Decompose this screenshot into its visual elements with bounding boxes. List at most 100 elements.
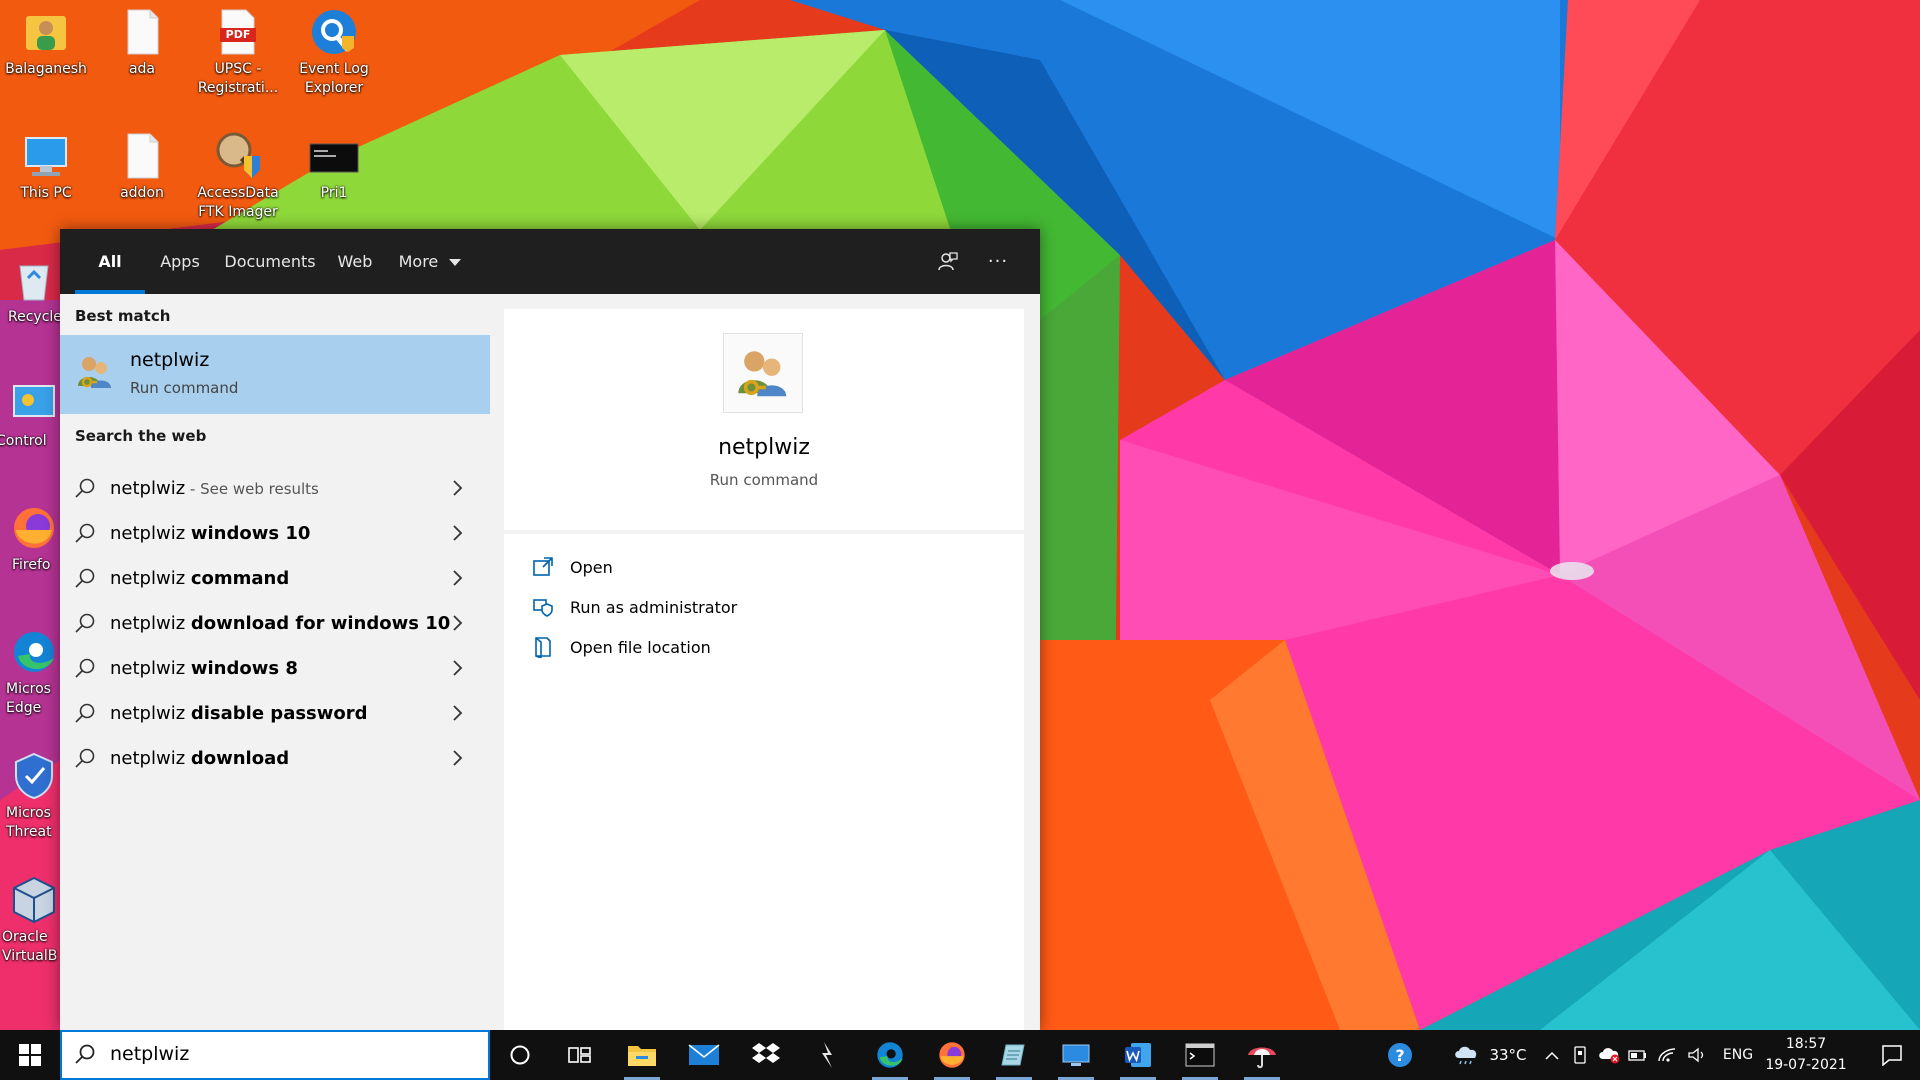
best-match-result[interactable]: netplwiz Run command bbox=[60, 335, 490, 414]
mail-icon bbox=[688, 1044, 720, 1065]
desktop-icon-label: Event Log Explorer bbox=[299, 61, 369, 96]
file-location-icon bbox=[535, 637, 551, 658]
web-result-text: netplwiz windows 8 bbox=[110, 658, 298, 679]
desktop-icon-threat-modeling[interactable]: Micros Threat bbox=[0, 744, 64, 842]
web-result-row[interactable]: netplwiz windows 8 bbox=[60, 646, 490, 691]
taskbar-app-dropbox[interactable] bbox=[738, 1030, 794, 1080]
desktop-icon-addon[interactable]: addon bbox=[96, 124, 188, 203]
desktop-icon-upsc-pdf[interactable]: PDF UPSC - Registrati... bbox=[192, 0, 284, 98]
web-result-row[interactable]: netplwiz command bbox=[60, 556, 490, 601]
web-result-query: netplwiz bbox=[110, 658, 191, 679]
tray-onedrive-button[interactable] bbox=[1596, 1030, 1622, 1080]
desktop-icon-label: AccessData FTK Imager bbox=[197, 185, 279, 220]
taskbar-app-umbrella[interactable] bbox=[1234, 1030, 1290, 1080]
taskbar-app-file-explorer[interactable] bbox=[614, 1030, 670, 1080]
taskbar-clock[interactable]: 18:57 19-07-2021 bbox=[1758, 1034, 1854, 1076]
taskbar-search-box[interactable] bbox=[60, 1030, 490, 1080]
tab-all[interactable]: All bbox=[75, 229, 145, 294]
search-input[interactable] bbox=[110, 1039, 470, 1069]
weather-temperature: 33°C bbox=[1489, 1046, 1527, 1064]
computer-icon bbox=[20, 130, 72, 182]
web-result-row[interactable]: netplwiz download for windows 10 bbox=[60, 601, 490, 646]
taskbar-app-remote-display[interactable] bbox=[1048, 1030, 1104, 1080]
tab-web[interactable]: Web bbox=[325, 229, 385, 294]
web-result-suggestion: windows 10 bbox=[190, 523, 311, 544]
search-icon bbox=[75, 568, 95, 588]
document-icon bbox=[116, 130, 168, 182]
desktop-icon-label: This PC bbox=[20, 185, 72, 201]
tray-volume-button[interactable] bbox=[1684, 1030, 1710, 1080]
desktop-icon-ada[interactable]: ada bbox=[96, 0, 188, 79]
web-result-query: netplwiz bbox=[110, 523, 191, 544]
action-open[interactable]: Open bbox=[532, 552, 1012, 584]
web-result-row[interactable]: netplwiz windows 10 bbox=[60, 511, 490, 556]
more-options-button[interactable]: ··· bbox=[978, 241, 1018, 281]
feedback-button[interactable] bbox=[927, 241, 967, 281]
task-view-button[interactable] bbox=[552, 1030, 608, 1080]
notepad-icon bbox=[1001, 1044, 1025, 1066]
word-icon bbox=[1125, 1043, 1151, 1067]
taskbar-app-word[interactable] bbox=[1110, 1030, 1166, 1080]
desktop-icon-edge[interactable]: Micros Edge bbox=[0, 620, 64, 718]
start-button[interactable] bbox=[0, 1030, 60, 1080]
taskbar-app-mail[interactable] bbox=[676, 1030, 732, 1080]
tray-battery-button[interactable] bbox=[1626, 1030, 1650, 1080]
recycle-bin-icon bbox=[8, 254, 60, 306]
web-result-row[interactable]: netplwiz - See web results bbox=[60, 466, 490, 511]
tab-documents[interactable]: Documents bbox=[215, 229, 325, 294]
users-app-icon bbox=[738, 351, 787, 397]
taskbar-app-notepad[interactable] bbox=[986, 1030, 1042, 1080]
folder-icon bbox=[628, 1046, 656, 1066]
tray-device-button[interactable] bbox=[1568, 1030, 1592, 1080]
desktop-icon-this-pc[interactable]: This PC bbox=[0, 124, 92, 203]
web-result-query: netplwiz bbox=[110, 703, 191, 724]
desktop-icon-firefox[interactable]: Firefo bbox=[0, 496, 64, 575]
input-language-button[interactable]: ENG bbox=[1718, 1030, 1758, 1080]
action-center-button[interactable] bbox=[1864, 1030, 1920, 1080]
open-icon bbox=[533, 557, 553, 576]
tray-wifi-button[interactable] bbox=[1654, 1030, 1680, 1080]
taskbar-app-firefox[interactable] bbox=[924, 1030, 980, 1080]
desktop-icon-label: Micros Edge bbox=[6, 681, 51, 716]
chevron-up-icon bbox=[1545, 1051, 1559, 1060]
weather-widget[interactable]: 33°C bbox=[1440, 1030, 1540, 1080]
show-hidden-icons-button[interactable] bbox=[1540, 1030, 1564, 1080]
best-match-name: netplwiz bbox=[130, 349, 210, 371]
svg-text:?: ? bbox=[1395, 1046, 1404, 1065]
desktop-icon-balaganesh[interactable]: Balaganesh bbox=[0, 0, 92, 79]
desktop-icon-virtualbox[interactable]: Oracle VirtualB bbox=[0, 868, 64, 966]
tab-apps[interactable]: Apps bbox=[145, 229, 215, 294]
preview-app-name: netplwiz bbox=[718, 435, 810, 460]
taskbar-app-edge[interactable] bbox=[862, 1030, 918, 1080]
lightning-app-icon bbox=[822, 1042, 832, 1068]
desktop-icon-event-log-explorer[interactable]: Event Log Explorer bbox=[288, 0, 380, 98]
best-match-heading: Best match bbox=[75, 307, 171, 325]
search-icon bbox=[75, 1044, 95, 1064]
taskbar-app-arrow[interactable] bbox=[800, 1030, 856, 1080]
web-result-row[interactable]: netplwiz download bbox=[60, 736, 490, 781]
action-run-as-administrator[interactable]: Run as administrator bbox=[532, 592, 1012, 624]
clock-time: 18:57 bbox=[1785, 1036, 1827, 1052]
tab-more[interactable]: More bbox=[385, 229, 475, 294]
preview-icon-box bbox=[723, 333, 803, 413]
desktop-icon-control-panel[interactable]: Control bbox=[0, 372, 64, 451]
action-open-file-location[interactable]: Open file location bbox=[532, 632, 1012, 664]
search-icon bbox=[75, 613, 95, 633]
cortana-button[interactable] bbox=[492, 1030, 548, 1080]
taskbar-app-terminal[interactable] bbox=[1172, 1030, 1228, 1080]
cortana-icon bbox=[510, 1045, 530, 1065]
dropbox-icon bbox=[752, 1043, 780, 1063]
desktop-icon-pri1[interactable]: Pri1 bbox=[288, 124, 380, 203]
magnifier-shield-icon bbox=[212, 130, 264, 182]
event-log-explorer-icon bbox=[308, 6, 360, 58]
action-label: Open bbox=[570, 558, 613, 577]
web-result-query: netplwiz bbox=[110, 748, 191, 769]
chevron-right-icon bbox=[453, 480, 463, 496]
action-label: Open file location bbox=[570, 638, 711, 657]
web-result-text: netplwiz - See web results bbox=[110, 478, 319, 499]
web-result-row[interactable]: netplwiz disable password bbox=[60, 691, 490, 736]
help-tray-button[interactable]: ? bbox=[1380, 1030, 1420, 1080]
desktop-icon-ftk-imager[interactable]: AccessData FTK Imager bbox=[192, 124, 284, 222]
best-match-type: Run command bbox=[130, 379, 239, 397]
desktop-icon-recycle-bin[interactable]: Recycle bbox=[0, 248, 64, 327]
